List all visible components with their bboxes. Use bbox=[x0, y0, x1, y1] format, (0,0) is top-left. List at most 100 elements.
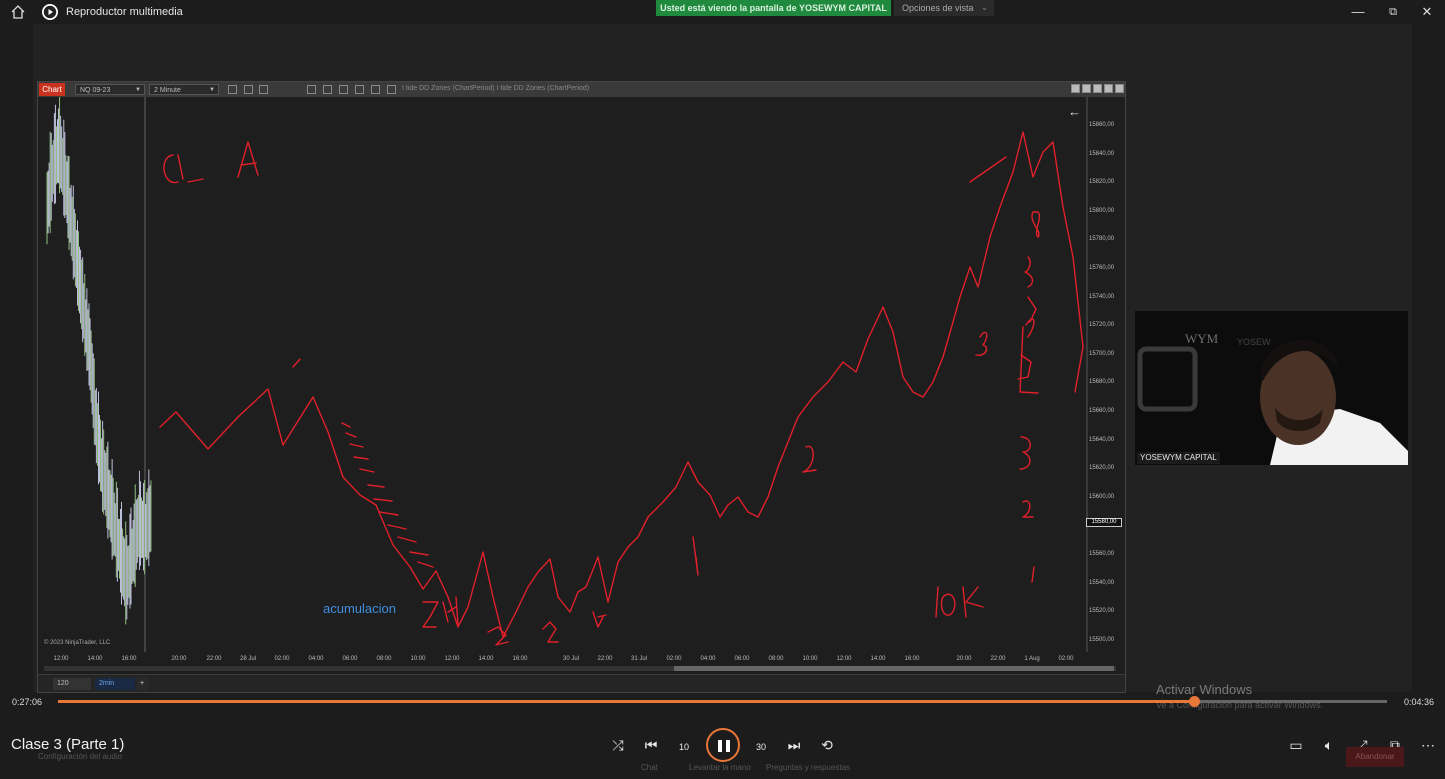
minimize-icon[interactable] bbox=[1093, 84, 1102, 93]
time-tick-label: 16:00 bbox=[512, 656, 528, 662]
time-tick-label: 06:00 bbox=[734, 656, 750, 662]
media-player-icon bbox=[42, 4, 58, 20]
horizontal-scrollbar[interactable] bbox=[44, 666, 1116, 671]
time-tick-label: 20:00 bbox=[171, 656, 187, 662]
pause-button[interactable] bbox=[706, 728, 740, 762]
time-tick-label: 12:00 bbox=[836, 656, 852, 662]
raise-hand-label[interactable]: Levantar la mano bbox=[689, 763, 751, 772]
progress-slider[interactable] bbox=[58, 696, 1387, 707]
repeat-icon[interactable]: ⟲ bbox=[817, 735, 837, 755]
instrument-value: NQ 09-23 bbox=[80, 87, 111, 94]
view-options-dropdown[interactable]: Opciones de vista ⌄ bbox=[894, 0, 994, 16]
copyright-text: © 2023 NinjaTrader, LLC bbox=[44, 640, 111, 646]
current-price-label: 15580,00 bbox=[1086, 518, 1122, 527]
tab-2min[interactable]: 2min bbox=[95, 678, 135, 690]
time-tick-label: 22:00 bbox=[206, 656, 222, 662]
time-tick-label: 08:00 bbox=[768, 656, 784, 662]
chart-toolbar: Chart NQ 09-23 ▼ 2 Minute ▼ I tide DD Zone… bbox=[38, 82, 1125, 97]
time-tick-label: 04:00 bbox=[700, 656, 716, 662]
price-tick-label: 15540,00 bbox=[1089, 579, 1115, 586]
svg-text:WYM: WYM bbox=[1185, 331, 1219, 346]
presenter-name-tag: YOSEWYM CAPITAL bbox=[1137, 452, 1220, 464]
time-tick-label: 10:00 bbox=[410, 656, 426, 662]
title-bar: Reproductor multimedia Usted está viendo… bbox=[0, 0, 1445, 24]
accumulation-annotation: acumulacion bbox=[323, 601, 396, 616]
presenter-webcam[interactable]: WYM YOSEW YOSEWYM CAPITAL bbox=[1135, 311, 1408, 465]
time-tick-label: 28 Jul bbox=[239, 656, 257, 662]
more-options-icon[interactable]: ⋯ bbox=[1418, 735, 1438, 755]
time-tick-label: 14:00 bbox=[87, 656, 103, 662]
price-tick-label: 15680,00 bbox=[1089, 379, 1115, 386]
price-tick-label: 15860,00 bbox=[1089, 122, 1115, 128]
layout2-icon[interactable] bbox=[1082, 84, 1091, 93]
rewind-label: 10 bbox=[678, 742, 689, 752]
minimize-icon[interactable]: — bbox=[1349, 3, 1367, 21]
time-tick-label: 1 Aug bbox=[1024, 656, 1040, 662]
price-tick-label: 15820,00 bbox=[1089, 179, 1115, 186]
volume-icon[interactable]: 🔈︎ bbox=[1319, 735, 1339, 755]
bars-count-input[interactable]: 120 bbox=[53, 678, 91, 690]
price-tick-label: 15800,00 bbox=[1089, 207, 1115, 214]
time-tick-label: 02:00 bbox=[666, 656, 682, 662]
remaining-time: 0:04:36 bbox=[1404, 697, 1435, 707]
add-tab-button[interactable]: + bbox=[137, 678, 149, 690]
properties-icon[interactable] bbox=[387, 85, 396, 94]
time-tick-label: 22:00 bbox=[597, 656, 613, 662]
time-tick-label: 02:00 bbox=[1058, 656, 1074, 662]
home-icon[interactable] bbox=[10, 4, 26, 20]
rewind-10-icon[interactable]: 10 bbox=[674, 735, 694, 755]
screen-share-banner: Usted está viendo la pantalla de YOSEWYM… bbox=[656, 0, 891, 16]
bar-type-icon[interactable] bbox=[228, 85, 237, 94]
time-tick-label: 06:00 bbox=[342, 656, 358, 662]
screenshot-icon[interactable] bbox=[339, 85, 348, 94]
time-tick-label: 10:00 bbox=[802, 656, 818, 662]
price-tick-label: 15760,00 bbox=[1089, 265, 1115, 271]
next-icon[interactable]: ⏭ bbox=[784, 735, 804, 755]
leave-button[interactable]: Abandonar bbox=[1346, 747, 1404, 767]
time-tick-label: 31 Jul bbox=[630, 656, 648, 662]
view-options-label: Opciones de vista bbox=[902, 3, 974, 13]
close-icon[interactable]: ✕ bbox=[1418, 3, 1436, 21]
app-title: Reproductor multimedia bbox=[66, 6, 183, 18]
strategy-icon[interactable] bbox=[355, 85, 364, 94]
indicator-label: I tide DD Zones (ChartPeriod) I tide DD … bbox=[402, 85, 590, 92]
time-tick-label: 12:00 bbox=[444, 656, 460, 662]
timeframe-value: 2 Minute bbox=[154, 87, 181, 94]
progress-fill bbox=[58, 700, 1195, 703]
qa-label[interactable]: Preguntas y respuestas bbox=[766, 763, 850, 772]
crosshair-icon[interactable] bbox=[323, 85, 332, 94]
instrument-select[interactable]: NQ 09-23 ▼ bbox=[75, 84, 145, 95]
zoom-icon[interactable] bbox=[259, 85, 268, 94]
layout-icon[interactable] bbox=[1071, 84, 1080, 93]
time-tick-label: 16:00 bbox=[904, 656, 920, 662]
activate-windows-watermark: Activar Windows bbox=[1156, 682, 1253, 697]
back-arrow-icon[interactable]: ← bbox=[1068, 104, 1081, 119]
audio-config-link[interactable]: Configuración del audio bbox=[38, 752, 122, 761]
time-tick-label: 12:00 bbox=[53, 656, 69, 662]
chevron-down-icon: ▼ bbox=[209, 87, 215, 93]
time-tick-label: 20:00 bbox=[956, 656, 972, 662]
timeframe-select[interactable]: 2 Minute ▼ bbox=[149, 84, 219, 95]
price-tick-label: 15640,00 bbox=[1089, 436, 1115, 443]
pause-icon bbox=[726, 740, 730, 752]
captions-icon[interactable]: ▭ bbox=[1286, 735, 1306, 755]
data-box-icon[interactable] bbox=[307, 85, 316, 94]
price-tick-label: 15600,00 bbox=[1089, 493, 1115, 500]
chart-tab[interactable]: Chart bbox=[39, 83, 65, 96]
time-tick-label: 22:00 bbox=[990, 656, 1006, 662]
restore-icon[interactable] bbox=[1104, 84, 1113, 93]
price-tick-label: 15700,00 bbox=[1089, 350, 1115, 357]
forward-30-icon[interactable]: 30 bbox=[751, 735, 771, 755]
draw-tool-icon[interactable] bbox=[244, 85, 253, 94]
previous-icon[interactable]: ⏮ bbox=[641, 735, 661, 755]
close-icon[interactable] bbox=[1115, 84, 1124, 93]
price-tick-label: 15520,00 bbox=[1089, 608, 1115, 615]
indicator-icon[interactable] bbox=[371, 85, 380, 94]
price-tick-label: 15780,00 bbox=[1089, 236, 1115, 243]
restore-icon[interactable]: ⧉ bbox=[1384, 3, 1402, 21]
time-tick-label: 16:00 bbox=[121, 656, 137, 662]
chat-label[interactable]: Chat bbox=[641, 763, 658, 772]
chart-plot[interactable] bbox=[38, 97, 1125, 652]
scrollbar-thumb[interactable] bbox=[674, 666, 1114, 671]
shuffle-icon[interactable]: ⤮ bbox=[608, 735, 628, 755]
